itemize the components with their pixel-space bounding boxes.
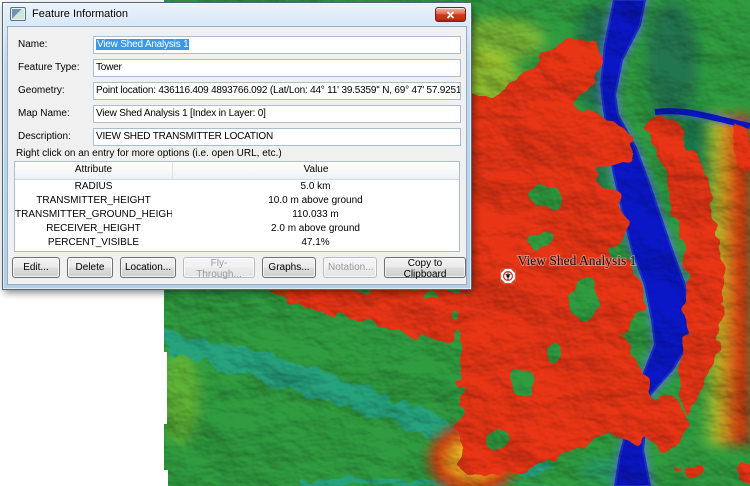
map-name-label: Map Name: bbox=[18, 108, 70, 119]
attribute-cell: TRANSMITTER_HEIGHT bbox=[15, 194, 172, 208]
graphs-button[interactable]: Graphs... bbox=[262, 257, 316, 278]
window-icon bbox=[10, 7, 26, 21]
description-field[interactable]: VIEW SHED TRANSMITTER LOCATION bbox=[93, 128, 461, 146]
value-cell: 2.0 m above ground bbox=[172, 222, 459, 236]
right-click-hint: Right click on an entry for more options… bbox=[16, 148, 282, 159]
description-label: Description: bbox=[18, 131, 71, 142]
map-name-field[interactable]: View Shed Analysis 1 [Index in Layer: 0] bbox=[93, 105, 461, 123]
feature-type-field[interactable]: Tower bbox=[93, 59, 461, 77]
notation-button: Notation... bbox=[323, 257, 377, 278]
close-button[interactable] bbox=[435, 7, 466, 22]
feature-information-dialog: Feature Information Name: View Shed Anal… bbox=[2, 2, 472, 290]
feature-type-label: Feature Type: bbox=[18, 62, 80, 73]
table-row[interactable]: TRANSMITTER_GROUND_HEIGHT 110.033 m bbox=[15, 208, 459, 222]
value-cell: 110.033 m bbox=[172, 208, 459, 222]
viewshed-tower-marker-icon[interactable] bbox=[501, 269, 515, 283]
dialog-titlebar[interactable]: Feature Information bbox=[3, 3, 471, 25]
fly-through-button: Fly-Through... bbox=[183, 257, 255, 278]
marker-label: View Shed Analysis 1 bbox=[518, 253, 637, 268]
value-column-header: Value bbox=[173, 162, 459, 179]
copy-to-clipboard-button[interactable]: Copy to Clipboard bbox=[384, 257, 466, 278]
name-field[interactable]: View Shed Analysis 1 bbox=[93, 36, 461, 54]
attribute-table: Attribute Value RADIUS 5.0 km TRANSMITTE… bbox=[14, 161, 460, 252]
geometry-label: Geometry: bbox=[18, 85, 65, 96]
attribute-cell: PERCENT_VISIBLE bbox=[15, 236, 172, 250]
name-label: Name: bbox=[18, 39, 47, 50]
edit-button[interactable]: Edit... bbox=[12, 257, 60, 278]
dialog-client-area: Name: View Shed Analysis 1 Feature Type:… bbox=[7, 26, 467, 285]
table-row[interactable]: PERCENT_VISIBLE 47.1% bbox=[15, 236, 459, 250]
attribute-column-header: Attribute bbox=[15, 162, 173, 179]
close-icon bbox=[446, 11, 455, 19]
attribute-table-header: Attribute Value bbox=[15, 162, 459, 180]
screen: View Shed Analysis 1 Feature Information… bbox=[0, 0, 750, 486]
dialog-title: Feature Information bbox=[32, 8, 128, 20]
location-button[interactable]: Location... bbox=[120, 257, 176, 278]
attribute-cell: RECEIVER_HEIGHT bbox=[15, 222, 172, 236]
table-row[interactable]: TRANSMITTER_HEIGHT 10.0 m above ground bbox=[15, 194, 459, 208]
geometry-field[interactable]: Point location: 436116.409 4893766.092 (… bbox=[93, 82, 461, 100]
value-cell: 5.0 km bbox=[172, 180, 459, 194]
table-row[interactable]: RADIUS 5.0 km bbox=[15, 180, 459, 194]
attribute-cell: TRANSMITTER_GROUND_HEIGHT bbox=[15, 208, 172, 222]
attribute-cell: RADIUS bbox=[15, 180, 172, 194]
table-row[interactable]: RECEIVER_HEIGHT 2.0 m above ground bbox=[15, 222, 459, 236]
dialog-button-row: Edit... Delete Location... Fly-Through..… bbox=[12, 257, 466, 278]
value-cell: 47.1% bbox=[172, 236, 459, 250]
name-field-selected-text: View Shed Analysis 1 bbox=[96, 39, 189, 50]
value-cell: 10.0 m above ground bbox=[172, 194, 459, 208]
delete-button[interactable]: Delete bbox=[67, 257, 113, 278]
